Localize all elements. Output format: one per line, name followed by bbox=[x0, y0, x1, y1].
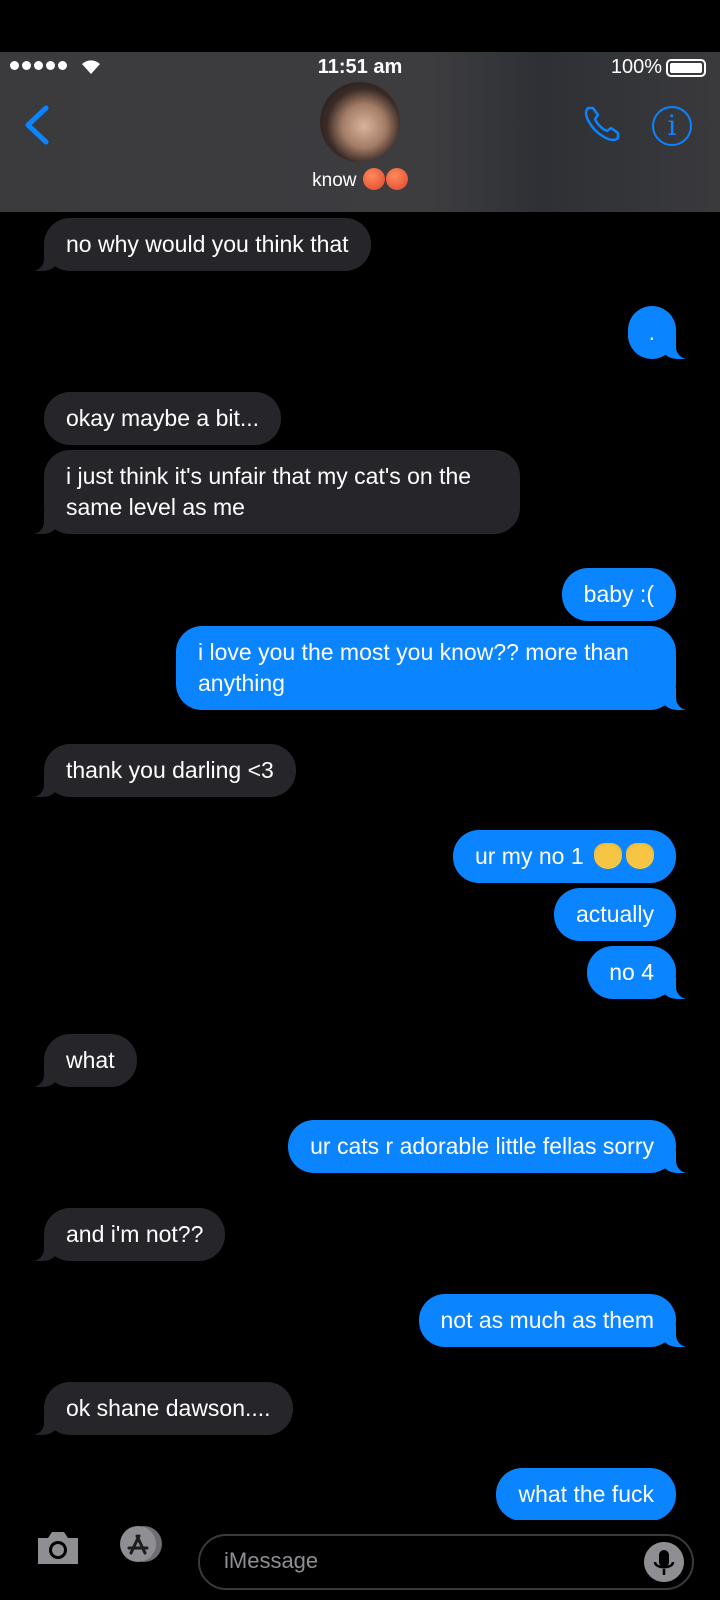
microphone-icon[interactable] bbox=[644, 1542, 684, 1582]
message-bubble-outgoing[interactable]: baby :( bbox=[561, 568, 676, 621]
angry-face-icon bbox=[385, 168, 408, 190]
message-bubble-outgoing[interactable]: what the fuck bbox=[496, 1468, 676, 1521]
heart-eyes-cat-icon bbox=[594, 842, 622, 869]
message-bubble-outgoing[interactable]: ur my no 1 bbox=[452, 830, 676, 883]
message-bubble-outgoing[interactable]: ur cats r adorable little fellas sorry bbox=[288, 1120, 696, 1173]
message-bubble-incoming[interactable]: no why would you think that bbox=[24, 218, 371, 271]
message-bubble-outgoing[interactable]: . bbox=[627, 306, 697, 359]
message-bubble-outgoing[interactable]: actually bbox=[554, 888, 676, 941]
info-icon[interactable]: i bbox=[652, 106, 692, 146]
message-bubble-outgoing[interactable]: i love you the most you know?? more than… bbox=[176, 626, 696, 710]
message-bubble-incoming[interactable]: okay maybe a bit... bbox=[44, 392, 282, 445]
message-bubble-incoming[interactable]: and i'm not?? bbox=[23, 1208, 226, 1261]
contact-name[interactable]: know bbox=[0, 168, 720, 192]
battery-icon bbox=[666, 59, 706, 77]
back-chevron-icon[interactable] bbox=[22, 104, 52, 146]
status-bar: 11:51 am 100% bbox=[0, 52, 720, 82]
message-bubble-incoming[interactable]: i just think it's unfair that my cat's o… bbox=[24, 450, 520, 534]
battery-percent: 100% bbox=[610, 56, 662, 78]
app-store-icon[interactable] bbox=[114, 1524, 170, 1564]
phone-icon[interactable] bbox=[580, 102, 624, 146]
message-bubble-outgoing[interactable]: no 4 bbox=[587, 946, 696, 999]
message-bubble-incoming[interactable]: ok shane dawson.... bbox=[24, 1382, 293, 1435]
message-bubble-incoming[interactable]: thank you darling <3 bbox=[24, 744, 296, 797]
message-bubble-outgoing[interactable]: not as much as them bbox=[418, 1294, 696, 1347]
heart-eyes-cat-icon bbox=[626, 842, 654, 869]
angry-face-icon bbox=[362, 168, 385, 190]
camera-icon[interactable] bbox=[34, 1526, 82, 1568]
message-input[interactable]: iMessage bbox=[198, 1534, 694, 1590]
message-bubble-incoming[interactable]: what bbox=[24, 1034, 137, 1087]
contact-avatar[interactable] bbox=[320, 82, 400, 162]
